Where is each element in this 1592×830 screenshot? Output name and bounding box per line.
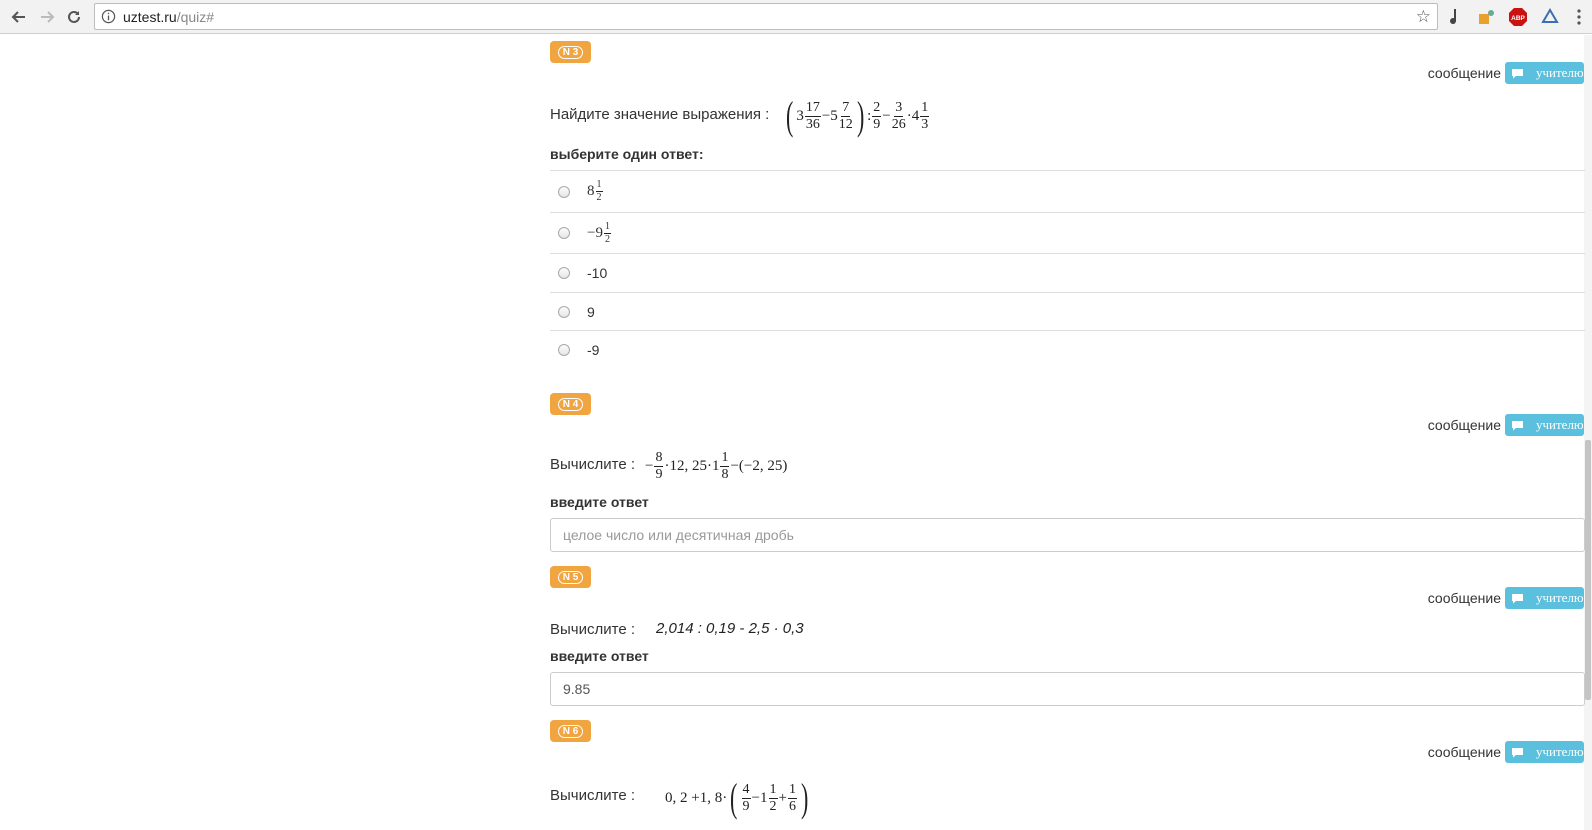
info-icon[interactable] [101, 9, 116, 24]
puzzle-extension-icon[interactable] [1475, 6, 1497, 28]
message-teacher-button[interactable]: учителю [1505, 62, 1584, 84]
message-teacher-row: сообщение учителю [1428, 587, 1584, 609]
chat-bubble-icon [1512, 593, 1523, 603]
answer-option[interactable]: -9 [550, 330, 1585, 368]
reload-icon [68, 10, 80, 23]
message-teacher-row: сообщение учителю [1428, 414, 1584, 436]
question-number-badge: N 3 [550, 41, 591, 63]
chat-bubble-icon [1512, 420, 1523, 430]
message-teacher-button[interactable]: учителю [1505, 587, 1584, 609]
option-value: -9 [587, 341, 600, 358]
question-expression: 2,014 : 0,19 - 2,5 · 0,3 [656, 620, 804, 637]
page-viewport [0, 35, 1592, 830]
question-label: Вычислите : [550, 787, 635, 804]
radio-button[interactable] [558, 267, 570, 279]
question-expression: − 89 ·12, 25·1 18 −(−2, 25) [645, 449, 788, 482]
message-label: сообщение [1427, 590, 1501, 606]
vertical-scrollbar[interactable] [1584, 35, 1592, 830]
answer-option[interactable]: 9 [550, 292, 1585, 330]
browser-toolbar: uztest.ru/quiz# ☆ ABP [0, 0, 1592, 34]
chat-bubble-icon [1512, 68, 1523, 78]
back-button[interactable] [8, 6, 30, 28]
answer-input[interactable] [550, 518, 1585, 552]
answer-prompt: выберите один ответ: [550, 146, 704, 162]
question-label: Найдите значение выражения : [550, 106, 770, 123]
adblock-extension-icon[interactable]: ABP [1507, 6, 1529, 28]
question-number-badge: N 5 [550, 566, 591, 588]
menu-icon[interactable] [1568, 6, 1590, 28]
forward-button[interactable] [36, 6, 58, 28]
back-arrow-icon [11, 11, 25, 23]
question-number-badge: N 6 [550, 720, 591, 742]
message-teacher-button[interactable]: учителю [1505, 414, 1584, 436]
question-expression: ( 3 17 36 − 5 7 12 ) : 29 − 3 26 · 4 13 [785, 93, 930, 138]
answer-option[interactable]: −9 12 [550, 212, 1585, 253]
message-label: сообщение [1427, 744, 1501, 760]
option-value: 8 12 [587, 179, 603, 203]
svg-text:ABP: ABP [1511, 15, 1525, 22]
answer-options: 8 12 −9 12 -10 9 -9 [550, 170, 1585, 368]
message-teacher-button[interactable]: учителю [1505, 741, 1584, 763]
radio-button[interactable] [558, 227, 570, 239]
scrollbar-thumb[interactable] [1585, 440, 1591, 700]
radio-button[interactable] [558, 185, 570, 198]
message-teacher-row: сообщение учителю [1428, 62, 1584, 84]
answer-option[interactable]: 8 12 [550, 170, 1585, 212]
reload-button[interactable] [63, 6, 85, 28]
question-label: Вычислите : [550, 456, 635, 473]
option-value: 9 [587, 303, 595, 320]
question-number-badge: N 4 [550, 393, 591, 415]
option-value: −9 12 [587, 220, 611, 245]
message-label: сообщение [1427, 417, 1501, 433]
message-teacher-row: сообщение учителю [1428, 741, 1584, 763]
radio-button[interactable] [558, 305, 570, 318]
question-expression: 0, 2 +1, 8· ( 49 −1 12 + 16 ) [665, 775, 809, 820]
message-label: сообщение [1427, 65, 1501, 81]
answer-option[interactable]: -10 [550, 253, 1585, 292]
url-host: uztest.ru [123, 9, 177, 25]
chat-bubble-icon [1512, 747, 1523, 757]
radio-button[interactable] [558, 343, 570, 356]
url-text: uztest.ru/quiz# [123, 9, 214, 25]
question-label: Вычислите : [550, 621, 635, 638]
cloud-extension-icon[interactable] [1539, 6, 1561, 28]
music-extension-icon[interactable] [1445, 6, 1467, 28]
answer-prompt: введите ответ [550, 648, 649, 664]
forward-arrow-icon [41, 11, 55, 23]
address-bar[interactable]: uztest.ru/quiz# ☆ [94, 3, 1438, 30]
url-path: /quiz# [176, 9, 215, 25]
answer-prompt: введите ответ [550, 494, 649, 510]
answer-input[interactable] [550, 672, 1585, 706]
bookmark-star-icon[interactable]: ☆ [1416, 7, 1431, 27]
option-value: -10 [587, 265, 608, 281]
